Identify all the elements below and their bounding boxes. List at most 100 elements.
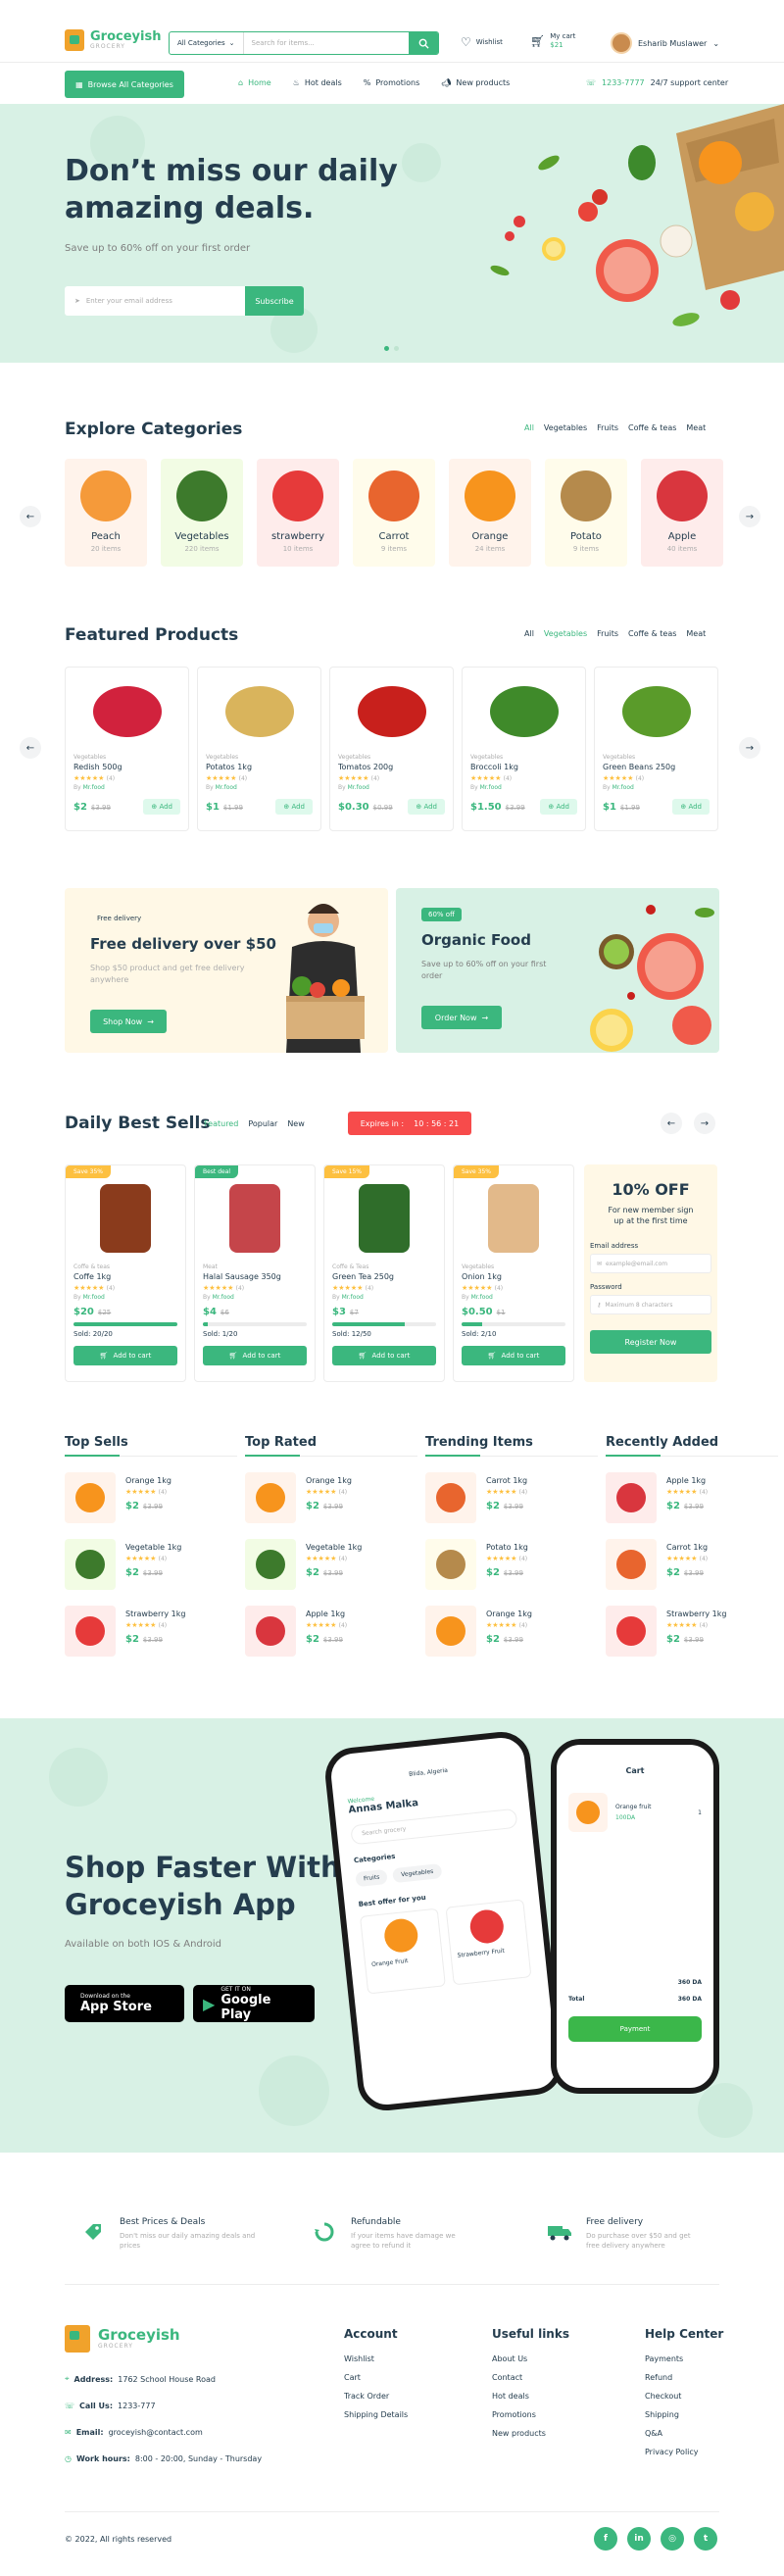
twitter-icon[interactable]: t bbox=[694, 2527, 717, 2551]
categories-next-button[interactable]: → bbox=[739, 506, 760, 527]
user-menu[interactable]: Esharib Muslawer ⌄ bbox=[611, 32, 719, 54]
slider-dot[interactable] bbox=[394, 346, 399, 351]
search-button[interactable] bbox=[409, 32, 438, 54]
footer-link[interactable]: Privacy Policy bbox=[645, 2448, 723, 2456]
order-now-button[interactable]: Order Now → bbox=[421, 1006, 502, 1029]
category-card[interactable]: Apple 40 items bbox=[641, 459, 723, 567]
deal-card[interactable]: Best deal Meat Halal Sausage 350g ★★★★★ … bbox=[194, 1164, 316, 1382]
add-button[interactable]: ⊕ Add bbox=[143, 799, 180, 815]
footer-phone[interactable]: ☏ Call Us: 1233-777 bbox=[65, 2402, 262, 2410]
list-item[interactable]: Apple 1kg ★★★★★ (4) $2 $3.99 bbox=[606, 1472, 778, 1523]
category-card[interactable]: Peach 20 items bbox=[65, 459, 147, 567]
featured-prev-button[interactable]: ← bbox=[20, 737, 41, 759]
daily-prev-button[interactable]: ← bbox=[661, 1113, 682, 1134]
search-input[interactable]: Search for items... bbox=[244, 39, 409, 47]
add-to-cart-button[interactable]: 🛒︎ Add to cart bbox=[203, 1346, 307, 1365]
add-to-cart-button[interactable]: 🛒︎ Add to cart bbox=[462, 1346, 565, 1365]
google-play-button[interactable]: ▶ GET IT ON Google Play bbox=[193, 1985, 315, 2022]
nav-new-products[interactable]: 📣︎ New products bbox=[441, 78, 510, 87]
tab-fruits[interactable]: Fruits bbox=[597, 423, 618, 432]
tab-all[interactable]: All bbox=[524, 629, 534, 638]
brand-logo[interactable]: Groceyish GROCERY bbox=[65, 29, 161, 51]
cart-link[interactable]: 🛒︎ My cart $21 bbox=[530, 32, 575, 50]
deal-card[interactable]: Save 15% Coffe & Teas Green Tea 250g ★★★… bbox=[323, 1164, 445, 1382]
add-button[interactable]: ⊕ Add bbox=[540, 799, 577, 815]
tab-meat[interactable]: Meat bbox=[686, 423, 706, 432]
add-button[interactable]: ⊕ Add bbox=[672, 799, 710, 815]
list-item[interactable]: Carrot 1kg ★★★★★ (4) $2 $3.99 bbox=[606, 1539, 778, 1590]
list-item[interactable]: Vegetable 1kg ★★★★★ (4) $2 $3.99 bbox=[65, 1539, 237, 1590]
footer-link[interactable]: Contact bbox=[492, 2373, 569, 2382]
footer-link[interactable]: Track Order bbox=[344, 2392, 408, 2401]
deal-card[interactable]: Save 35% Vegetables Onion 1kg ★★★★★ (4) … bbox=[453, 1164, 574, 1382]
list-item[interactable]: Orange 1kg ★★★★★ (4) $2 $3.99 bbox=[65, 1472, 237, 1523]
support-phone[interactable]: ☏ 1233-7777 24/7 support center bbox=[586, 78, 728, 87]
tab-popular[interactable]: Popular bbox=[248, 1119, 277, 1128]
list-item[interactable]: Carrot 1kg ★★★★★ (4) $2 $3.99 bbox=[425, 1472, 598, 1523]
list-item[interactable]: Vegetable 1kg ★★★★★ (4) $2 $3.99 bbox=[245, 1539, 417, 1590]
nav-home[interactable]: ⌂ Home bbox=[238, 78, 271, 87]
footer-link[interactable]: Cart bbox=[344, 2373, 408, 2382]
footer-link[interactable]: Payments bbox=[645, 2354, 723, 2363]
browse-categories-button[interactable]: ▦ Browse All Categories bbox=[65, 71, 184, 98]
footer-link[interactable]: Refund bbox=[645, 2373, 723, 2382]
footer-link[interactable]: Shipping Details bbox=[344, 2410, 408, 2419]
linkedin-icon[interactable]: in bbox=[627, 2527, 651, 2551]
product-card[interactable]: Vegetables Redish 500g ★★★★★ (4) By Mr.f… bbox=[65, 667, 189, 831]
product-card[interactable]: Vegetables Potatos 1kg ★★★★★ (4) By Mr.f… bbox=[197, 667, 321, 831]
category-card[interactable]: strawberry 10 items bbox=[257, 459, 339, 567]
tab-all[interactable]: All bbox=[524, 423, 534, 432]
category-card[interactable]: Potato 9 items bbox=[545, 459, 627, 567]
list-item[interactable]: Potato 1kg ★★★★★ (4) $2 $3.99 bbox=[425, 1539, 598, 1590]
tab-coffe-teas[interactable]: Coffe & teas bbox=[628, 423, 676, 432]
subscribe-button[interactable]: Subscribe bbox=[245, 286, 304, 316]
wishlist-link[interactable]: ♡ Wishlist bbox=[461, 35, 503, 49]
add-button[interactable]: ⊕ Add bbox=[408, 799, 445, 815]
daily-next-button[interactable]: → bbox=[694, 1113, 715, 1134]
product-card[interactable]: Vegetables Broccoli 1kg ★★★★★ (4) By Mr.… bbox=[462, 667, 586, 831]
list-item[interactable]: Orange 1kg ★★★★★ (4) $2 $3.99 bbox=[425, 1606, 598, 1657]
add-to-cart-button[interactable]: 🛒︎ Add to cart bbox=[332, 1346, 436, 1365]
footer-link[interactable]: New products bbox=[492, 2429, 569, 2438]
add-to-cart-button[interactable]: 🛒︎ Add to cart bbox=[74, 1346, 177, 1365]
list-item[interactable]: Strawberry 1kg ★★★★★ (4) $2 $3.99 bbox=[606, 1606, 778, 1657]
tab-new[interactable]: New bbox=[287, 1119, 304, 1128]
tab-vegetables[interactable]: Vegetables bbox=[544, 423, 587, 432]
shop-now-button[interactable]: Shop Now → bbox=[90, 1010, 167, 1033]
deal-card[interactable]: Save 35% Coffe & teas Coffe 1kg ★★★★★ (4… bbox=[65, 1164, 186, 1382]
footer-link[interactable]: Checkout bbox=[645, 2392, 723, 2401]
list-item[interactable]: Apple 1kg ★★★★★ (4) $2 $3.99 bbox=[245, 1606, 417, 1657]
footer-link[interactable]: Shipping bbox=[645, 2410, 723, 2419]
footer-email[interactable]: ✉ Email: groceyish@contact.com bbox=[65, 2428, 262, 2437]
tab-vegetables[interactable]: Vegetables bbox=[544, 629, 587, 638]
newsletter-email-input[interactable]: ➤ Enter your email address bbox=[65, 297, 245, 305]
promo-password-input[interactable]: ⚷ Maximum 8 characters bbox=[590, 1295, 711, 1314]
footer-link[interactable]: Hot deals bbox=[492, 2392, 569, 2401]
footer-logo[interactable]: Groceyish GROCERY bbox=[65, 2325, 180, 2353]
footer-link[interactable]: About Us bbox=[492, 2354, 569, 2363]
featured-next-button[interactable]: → bbox=[739, 737, 760, 759]
categories-prev-button[interactable]: ← bbox=[20, 506, 41, 527]
list-item[interactable]: Orange 1kg ★★★★★ (4) $2 $3.99 bbox=[245, 1472, 417, 1523]
nav-hot-deals[interactable]: ♨ Hot deals bbox=[293, 78, 342, 87]
category-select[interactable]: All Categories ⌄ bbox=[170, 32, 244, 54]
tab-fruits[interactable]: Fruits bbox=[597, 629, 618, 638]
tab-coffe-teas[interactable]: Coffe & teas bbox=[628, 629, 676, 638]
footer-link[interactable]: Q&A bbox=[645, 2429, 723, 2438]
category-card[interactable]: Carrot 9 items bbox=[353, 459, 435, 567]
add-button[interactable]: ⊕ Add bbox=[275, 799, 313, 815]
facebook-icon[interactable]: f bbox=[594, 2527, 617, 2551]
footer-link[interactable]: Promotions bbox=[492, 2410, 569, 2419]
tab-featured[interactable]: Featured bbox=[204, 1119, 238, 1128]
footer-link[interactable]: Wishlist bbox=[344, 2354, 408, 2363]
slider-dot[interactable] bbox=[384, 346, 389, 351]
list-item[interactable]: Strawberry 1kg ★★★★★ (4) $2 $3.99 bbox=[65, 1606, 237, 1657]
product-card[interactable]: Vegetables Green Beans 250g ★★★★★ (4) By… bbox=[594, 667, 718, 831]
category-card[interactable]: Vegetables 220 items bbox=[161, 459, 243, 567]
instagram-icon[interactable]: ◎ bbox=[661, 2527, 684, 2551]
register-button[interactable]: Register Now bbox=[590, 1330, 711, 1354]
tab-meat[interactable]: Meat bbox=[686, 629, 706, 638]
nav-promotions[interactable]: % Promotions bbox=[364, 78, 419, 87]
category-card[interactable]: Orange 24 items bbox=[449, 459, 531, 567]
product-card[interactable]: Vegetables Tomatos 200g ★★★★★ (4) By Mr.… bbox=[329, 667, 454, 831]
